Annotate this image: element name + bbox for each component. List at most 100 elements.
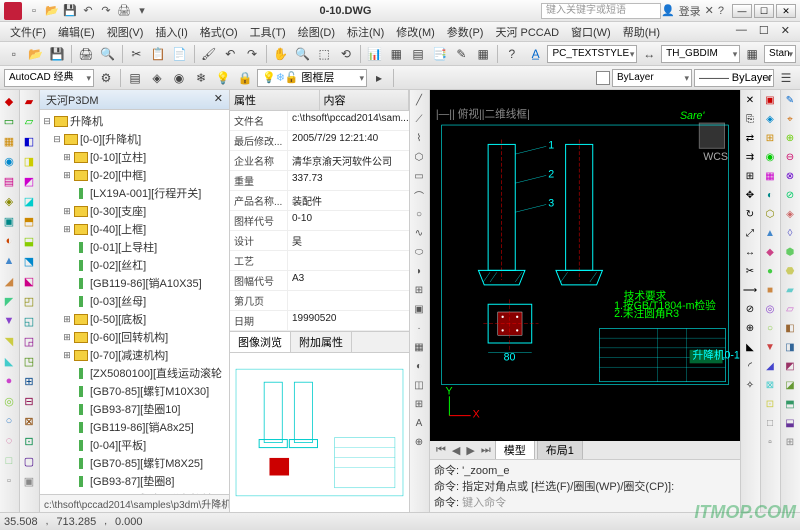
table-icon[interactable]: ⊞ [410,396,428,413]
tree-node[interactable]: [GB119-86][销A8x25] [42,418,227,436]
lineweight-icon[interactable]: ☰ [776,68,796,88]
tool-icon[interactable]: ◤ [0,292,18,310]
tree-node[interactable]: [LX19A-001][行程开关] [42,184,227,202]
tool-icon[interactable]: ⊞ [20,372,38,390]
open-button[interactable]: 📂 [26,44,46,64]
tool-icon[interactable]: ⬓ [20,232,38,250]
tool-icon[interactable]: ⊠ [761,377,779,394]
new-button[interactable]: ▫ [4,44,24,64]
menu-pccad[interactable]: 天河 PCCAD [489,22,565,41]
menu-file[interactable]: 文件(F) [4,22,52,41]
tool-icon[interactable]: ⊡ [20,432,38,450]
match-button[interactable]: 🖌 [199,44,219,64]
color-swatch[interactable] [596,71,610,85]
tree-node[interactable]: ⊞[0-10][立柱] [42,148,227,166]
minimize-button[interactable]: — [732,4,752,18]
tool-icon[interactable]: ▼ [0,312,18,330]
spline-icon[interactable]: ∿ [410,225,428,242]
cmd-input[interactable]: 键入命令 [462,497,506,509]
hatch-icon[interactable]: ▦ [410,339,428,356]
tool-icon[interactable]: ◈ [0,192,18,210]
tool-icon[interactable]: ◢ [0,272,18,290]
tool-icon[interactable]: ◣ [0,352,18,370]
point-icon[interactable]: · [410,320,428,337]
print-icon[interactable]: 🖨 [116,3,132,19]
mdi-close-icon[interactable]: ✕ [775,22,796,41]
tool-icon[interactable]: ⌖ [781,111,799,128]
tool-icon[interactable]: ⬡ [761,206,779,223]
ellipse-icon[interactable]: ⬭ [410,244,428,261]
menu-view[interactable]: 视图(V) [101,22,150,41]
tool-icon[interactable]: ⬒ [781,396,799,413]
tool-icon[interactable]: ◆ [761,244,779,261]
command-line[interactable]: 命令: '_zoom_e 命令: 指定对角点或 [栏选(F)/圈围(WP)/圈交… [430,459,740,512]
layer-make-button[interactable]: ▸ [369,68,389,88]
layer-iso-button[interactable]: ◉ [169,68,189,88]
new-icon[interactable]: ▫ [26,3,42,19]
tool-icon[interactable]: ◧ [20,132,38,150]
tool-icon[interactable]: ⊠ [20,412,38,430]
tool-icon[interactable]: ◳ [20,352,38,370]
tree-node[interactable]: ⊟[0-0][升降机] [42,130,227,148]
undo-button[interactable]: ↶ [220,44,240,64]
menu-dim[interactable]: 标注(N) [341,22,390,41]
markup-button[interactable]: ✎ [452,44,472,64]
tree-node[interactable]: [0-04][平板] [42,436,227,454]
tool-icon[interactable]: ▫ [761,434,779,451]
redo-button[interactable]: ↷ [242,44,262,64]
tree-node[interactable]: [GB93-87][垫圈10] [42,400,227,418]
tool-icon[interactable]: ⊟ [20,392,38,410]
open-icon[interactable]: 📂 [44,3,60,19]
block-icon[interactable]: ▣ [410,301,428,318]
tool-icon[interactable]: ⊞ [781,434,799,451]
polyline-icon[interactable]: ⌇ [410,130,428,147]
tool-icon[interactable]: ▦ [0,132,18,150]
tool-icon[interactable]: ◩ [20,172,38,190]
pan-button[interactable]: ✋ [271,44,291,64]
tool-icon[interactable]: ▲ [0,252,18,270]
erase-icon[interactable]: ✕ [741,92,759,109]
tab-prev-icon[interactable]: ◀ [450,444,462,457]
tool-icon[interactable]: ▭ [0,112,18,130]
move-icon[interactable]: ✥ [741,187,759,204]
property-row[interactable]: 重量337.73 [230,171,409,191]
dropdown-icon[interactable]: ▾ [134,3,150,19]
tool-icon[interactable]: ⬢ [781,244,799,261]
dimstyle-combo[interactable]: TH_GBDIM [661,45,740,63]
ellipse-arc-icon[interactable]: ◗ [410,263,428,280]
mirror-icon[interactable]: ⇄ [741,130,759,147]
tool-icon[interactable]: ◈ [761,111,779,128]
tool-icon[interactable]: ◎ [761,301,779,318]
rotate-icon[interactable]: ↻ [741,206,759,223]
tree-node[interactable]: [0-02][丝杠] [42,256,227,274]
tool-icon[interactable]: ▰ [20,92,38,110]
undo-icon[interactable]: ↶ [80,3,96,19]
property-row[interactable]: 图幅代号A3 [230,271,409,291]
tool-icon[interactable]: ◲ [20,332,38,350]
tool-icon[interactable]: ◪ [781,377,799,394]
property-row[interactable]: 产品名称...装配件 [230,191,409,211]
tool-icon[interactable]: ⊕ [781,130,799,147]
paste-button[interactable]: 📄 [170,44,190,64]
line-icon[interactable]: ╱ [410,92,428,109]
cut-button[interactable]: ✂ [127,44,147,64]
mtext-icon[interactable]: A [410,415,428,432]
tab-first-icon[interactable]: ⏮ [434,444,448,457]
menu-modify[interactable]: 修改(M) [390,22,441,41]
mdi-restore-icon[interactable]: ☐ [753,22,775,41]
tree-root-label[interactable]: 升降机 [70,113,103,129]
menu-tools[interactable]: 工具(T) [244,22,292,41]
property-row[interactable]: 企业名称清华京渝天河软件公司 [230,151,409,171]
tool-icon[interactable]: ◧ [781,320,799,337]
copy-obj-icon[interactable]: ⎘ [741,111,759,128]
explode-icon[interactable]: ✧ [741,377,759,394]
tab-next-icon[interactable]: ▶ [464,444,476,457]
assembly-tree[interactable]: ⊟升降机 ⊟[0-0][升降机]⊞[0-10][立柱]⊞[0-20][中框][L… [40,110,229,494]
property-row[interactable]: 日期19990520 [230,311,409,331]
layer-off-button[interactable]: 💡 [213,68,233,88]
tree-node[interactable]: ⊞[0-20][中框] [42,166,227,184]
tool-icon[interactable]: ⊞ [761,130,779,147]
tool-icon[interactable]: □ [761,415,779,432]
tool-icon[interactable]: ◊ [781,225,799,242]
addsel-icon[interactable]: ⊕ [410,434,428,451]
